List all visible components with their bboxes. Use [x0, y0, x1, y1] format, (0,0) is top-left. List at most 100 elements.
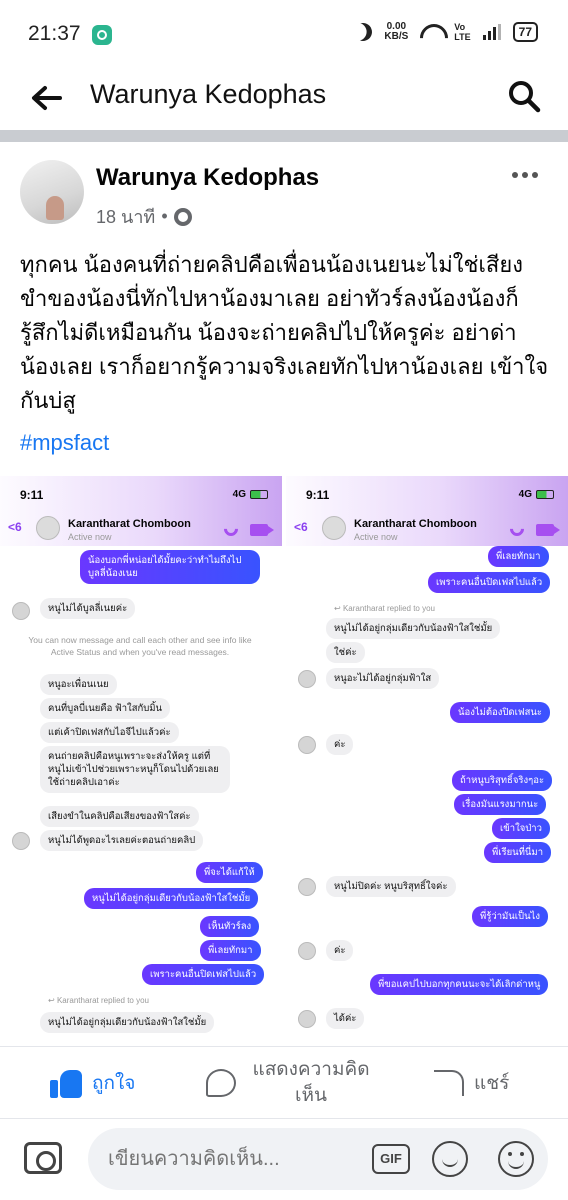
emoji-icon[interactable]: [498, 1141, 534, 1177]
video-icon: [250, 524, 274, 536]
post-image[interactable]: 9:11 4G <6 Karantharat Chomboon Active n…: [0, 476, 568, 1042]
share-label: แชร์: [474, 1073, 510, 1094]
chat-message: เห็นทัวร์ลง: [200, 916, 260, 937]
post-author[interactable]: Warunya Kedophas: [96, 164, 319, 192]
video-icon: [536, 524, 560, 536]
chat-message: พี่จะได้แก้ให้: [196, 862, 263, 883]
like-label: ถูกใจ: [92, 1073, 136, 1094]
share-icon: [434, 1070, 464, 1096]
chat-message: ค่ะ: [326, 940, 354, 961]
post-time[interactable]: 18 นาที: [96, 202, 155, 231]
comment-icon: [206, 1069, 236, 1097]
back-arrow-icon[interactable]: [28, 80, 64, 116]
post-actions: ถูกใจ แสดงความคิดเห็น แชร์: [0, 1046, 568, 1118]
sender-avatar: [298, 736, 316, 754]
top-nav: Warunya Kedophas: [0, 70, 568, 128]
chat-clock: 9:11: [306, 488, 330, 502]
contact-name: Karantharat Chomboon: [354, 518, 477, 530]
chat-screenshot-right: 9:11 4G <6 Karantharat Chomboon Active n…: [286, 476, 568, 1042]
volte-top: Vo: [454, 22, 466, 32]
like-button[interactable]: ถูกใจ: [50, 1047, 135, 1119]
reply-note: ↩ Karantharat replied to you: [48, 996, 149, 1005]
chat-message: น้องบอกพี่หน่อยได้มั้ยคะว่าทำไมถึงไปบูลล…: [80, 550, 260, 584]
actions-divider: [0, 1118, 568, 1119]
battery-indicator: 77: [512, 22, 538, 42]
chat-message: พี่เลยทักมา: [200, 940, 261, 961]
contact-status: Active now: [354, 532, 398, 542]
reply-note-text: Karantharat replied to you: [342, 604, 435, 613]
contact-avatar: [36, 516, 60, 540]
chat-message: คนที่บูลบี่เนยคือ ฟ้าใสกับมิ้น: [40, 698, 171, 719]
chat-message: พี่รู้ว่ามันเป็นไง: [472, 906, 548, 927]
chat-back-count: <6: [294, 520, 308, 534]
sender-avatar: [12, 832, 30, 850]
author-avatar[interactable]: [20, 160, 84, 224]
reply-note: ↩ Karantharat replied to you: [334, 604, 435, 613]
post-meta: 18 นาที •: [96, 202, 192, 231]
hashtag-link[interactable]: #mpsfact: [20, 430, 109, 456]
gif-icon[interactable]: GIF: [372, 1144, 410, 1174]
chat-status: 4G: [233, 489, 268, 500]
contact-avatar: [322, 516, 346, 540]
chat-message: หนูไม่ได้อยู่กลุ่มเดียวกับน้องฟ้าใสใช่มั…: [40, 1012, 215, 1033]
chat-message: เข้าใจป่าว: [492, 818, 550, 839]
status-bar: 21:37 0.00 KB/S Vo LTE 77: [0, 0, 568, 70]
chat-back-count-value: 6: [15, 520, 22, 534]
app-notification-icon: [92, 25, 112, 45]
chat-battery-icon: [536, 490, 554, 499]
chat-message: เรื่องมันแรงมากนะ: [454, 794, 547, 815]
chat-message: ใช่ค่ะ: [326, 642, 365, 663]
chat-message: พี่เรียนที่นี่มา: [484, 842, 552, 863]
post-text: ทุกคน น้องคนที่ถ่ายคลิปคือเพื่อนน้องเนยน…: [20, 252, 549, 413]
sticker-icon[interactable]: [432, 1141, 468, 1177]
chat-message: ค่ะ: [326, 734, 354, 755]
section-divider: [0, 130, 568, 142]
chat-message: เพราะคนอื่นปิดเฟสไปแล้ว: [142, 964, 265, 985]
sender-avatar: [298, 942, 316, 960]
chat-back-count-value: 6: [301, 520, 308, 534]
contact-name: Karantharat Chomboon: [68, 518, 191, 530]
chat-message: เพราะคนอื่นปิดเฟสไปแล้ว: [428, 572, 551, 593]
network-speed-unit: KB/S: [384, 31, 409, 42]
sender-avatar: [298, 1010, 316, 1028]
chat-message: ถ้าหนูบริสุทธิ์จริงๆอะ: [452, 770, 553, 791]
chat-message: เสียงขำในคลิปคือเสียงของฟ้าใสค่ะ: [40, 806, 199, 827]
chat-clock: 9:11: [20, 488, 44, 502]
share-button[interactable]: แชร์: [434, 1047, 509, 1119]
globe-icon: [173, 207, 192, 226]
sender-avatar: [298, 670, 316, 688]
search-icon[interactable]: [506, 78, 542, 114]
camera-icon[interactable]: [24, 1142, 62, 1174]
chat-message: พี่เลยทักมา: [488, 546, 549, 567]
chat-message: หนูไม่ได้พูดอะไรเลยค่ะตอนถ่ายคลิป: [40, 830, 204, 851]
reply-note-text: Karantharat replied to you: [56, 996, 149, 1005]
like-icon: [50, 1068, 82, 1098]
chat-screenshot-left: 9:11 4G <6 Karantharat Chomboon Active n…: [0, 476, 282, 1042]
contact-status: Active now: [68, 532, 112, 542]
chat-status: 4G: [519, 489, 554, 500]
chat-message: หนูอะเพื่อนเนย: [40, 674, 117, 695]
sender-avatar: [298, 878, 316, 896]
comment-button[interactable]: แสดงความคิดเห็น: [206, 1047, 376, 1119]
meta-separator: •: [161, 206, 168, 226]
more-icon[interactable]: [512, 172, 538, 178]
chat-network: 4G: [518, 489, 532, 500]
do-not-disturb-icon: [352, 20, 375, 43]
signal-icon: [482, 24, 501, 40]
chat-network: 4G: [232, 489, 246, 500]
chat-message: หนูไม่ปิดค่ะ หนูบริสุทธิ์ใจค่ะ: [326, 876, 456, 897]
chat-message: แต่เค้าปิดเฟสกับไอจีไปแล้วค่ะ: [40, 722, 179, 743]
chat-battery-icon: [250, 490, 268, 499]
comment-input[interactable]: [108, 1138, 368, 1180]
chat-message: พี่ขอแคปไปบอกทุกคนนะจะได้เลิกด่าหนู: [370, 974, 549, 995]
comment-label: แสดงความคิดเห็น: [252, 1059, 370, 1106]
chat-message: คนถ่ายคลิปคือหนูเพราะจะส่งให้ครู แต่ที่ห…: [40, 746, 230, 793]
chat-back-count: <6: [8, 520, 22, 534]
chat-message: หนูไม่ได้อยู่กลุ่มเดียวกับน้องฟ้าใสใช่มั…: [84, 888, 259, 909]
nav-title: Warunya Kedophas: [90, 79, 327, 109]
chat-message: หนูอะไม่ได้อยู่กลุ่มฟ้าใส: [326, 668, 440, 689]
chat-message: หนูไม่ได้อยู่กลุ่มเดียวกับน้องฟ้าใสใช่มั…: [326, 618, 501, 639]
volte-bottom: LTE: [454, 32, 471, 42]
sender-avatar: [12, 602, 30, 620]
volte-indicator: Vo LTE: [454, 22, 470, 42]
